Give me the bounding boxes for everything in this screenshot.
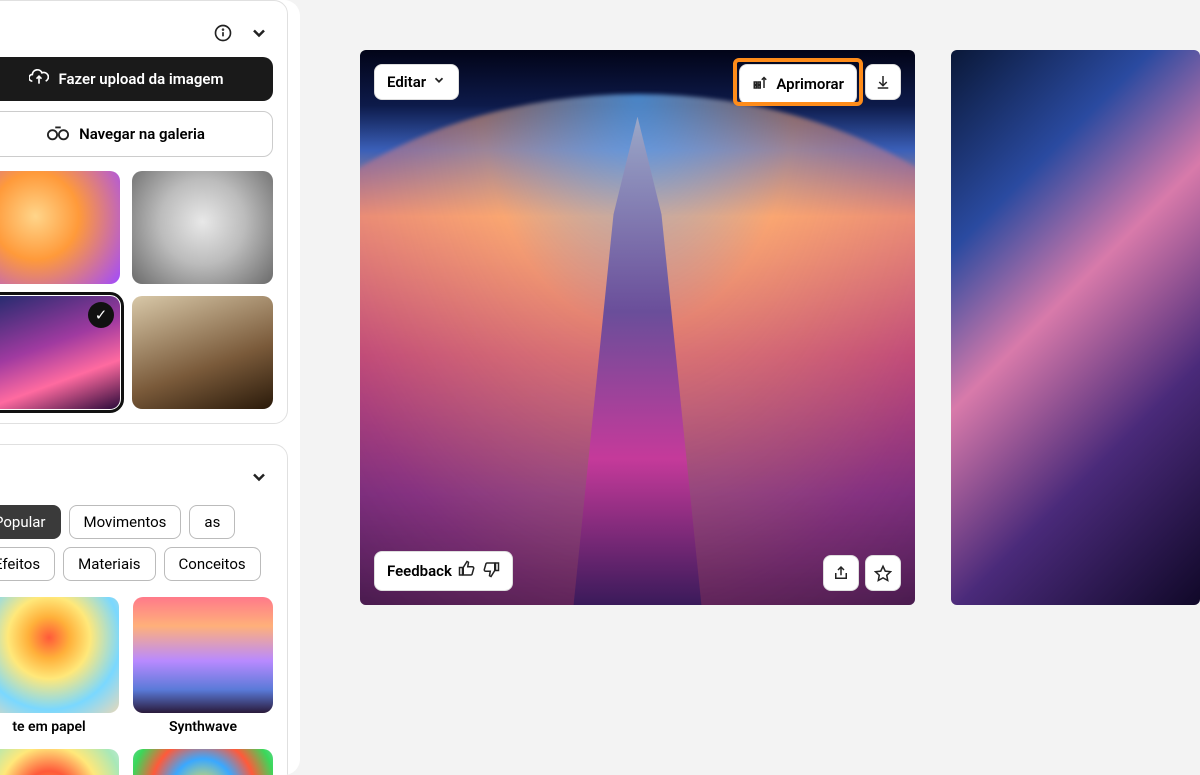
thumbs-up-icon[interactable] [458, 560, 476, 582]
styles-panel-header [0, 459, 273, 501]
style-item[interactable]: te em papel [0, 597, 119, 736]
download-button[interactable] [865, 64, 901, 100]
enhance-button[interactable]: Aprimorar [739, 64, 857, 104]
upload-image-button[interactable]: Fazer upload da imagem [0, 57, 273, 101]
chip-movimentos[interactable]: Movimentos [69, 505, 182, 539]
chevron-down-icon [432, 73, 446, 91]
favorite-button[interactable] [865, 555, 901, 591]
chip-materiais[interactable]: Materiais [63, 547, 155, 581]
style-item[interactable] [0, 749, 119, 775]
chip-as[interactable]: as [189, 505, 235, 539]
edit-button[interactable]: Editar [374, 64, 459, 100]
style-label: Synthwave [133, 719, 273, 735]
binoculars-icon [47, 122, 69, 146]
style-item[interactable] [133, 749, 273, 775]
generated-image-next[interactable] [951, 50, 1200, 605]
feedback-label: Feedback [387, 562, 452, 580]
enhance-label: Aprimorar [776, 75, 844, 93]
style-thumb [133, 597, 273, 714]
share-button[interactable] [823, 555, 859, 591]
styles-panel: Popular Movimentos as Efeitos Materiais … [0, 444, 288, 775]
reference-thumb[interactable] [132, 171, 273, 284]
feedback-button[interactable]: Feedback [374, 551, 513, 591]
chevron-down-icon[interactable] [249, 467, 269, 487]
style-grid: te em papel Synthwave [0, 597, 273, 775]
chip-conceitos[interactable]: Conceitos [164, 547, 261, 581]
generated-image[interactable]: Editar Aprimorar Feedback [360, 50, 915, 605]
enhance-icon [752, 73, 770, 95]
edit-label: Editar [387, 73, 426, 91]
chip-popular[interactable]: Popular [0, 505, 61, 539]
chevron-down-icon[interactable] [249, 23, 269, 43]
main-area: Editar Aprimorar Feedback [300, 0, 1200, 775]
reference-thumb[interactable] [0, 171, 120, 284]
style-label: te em papel [0, 719, 119, 735]
upload-icon [29, 67, 49, 91]
reference-panel-header [0, 15, 273, 57]
thumbs-down-icon[interactable] [482, 560, 500, 582]
style-thumb [133, 749, 273, 775]
reference-thumb-selected[interactable]: ✓ [0, 296, 120, 409]
style-item[interactable]: Synthwave [133, 597, 273, 736]
style-thumb [0, 749, 119, 775]
browse-gallery-button[interactable]: Navegar na galeria [0, 111, 273, 157]
reference-thumb[interactable] [132, 296, 273, 409]
info-icon[interactable] [213, 23, 233, 43]
chip-efeitos[interactable]: Efeitos [0, 547, 55, 581]
sidebar: Fazer upload da imagem Navegar na galeri… [0, 0, 300, 775]
upload-label: Fazer upload da imagem [59, 70, 224, 88]
check-icon: ✓ [88, 302, 114, 328]
reference-panel: Fazer upload da imagem Navegar na galeri… [0, 0, 288, 424]
browse-label: Navegar na galeria [79, 125, 205, 143]
style-thumb [0, 597, 119, 714]
reference-thumb-grid: ✓ [0, 171, 273, 409]
style-categories: Popular Movimentos as Efeitos Materiais … [0, 505, 273, 581]
